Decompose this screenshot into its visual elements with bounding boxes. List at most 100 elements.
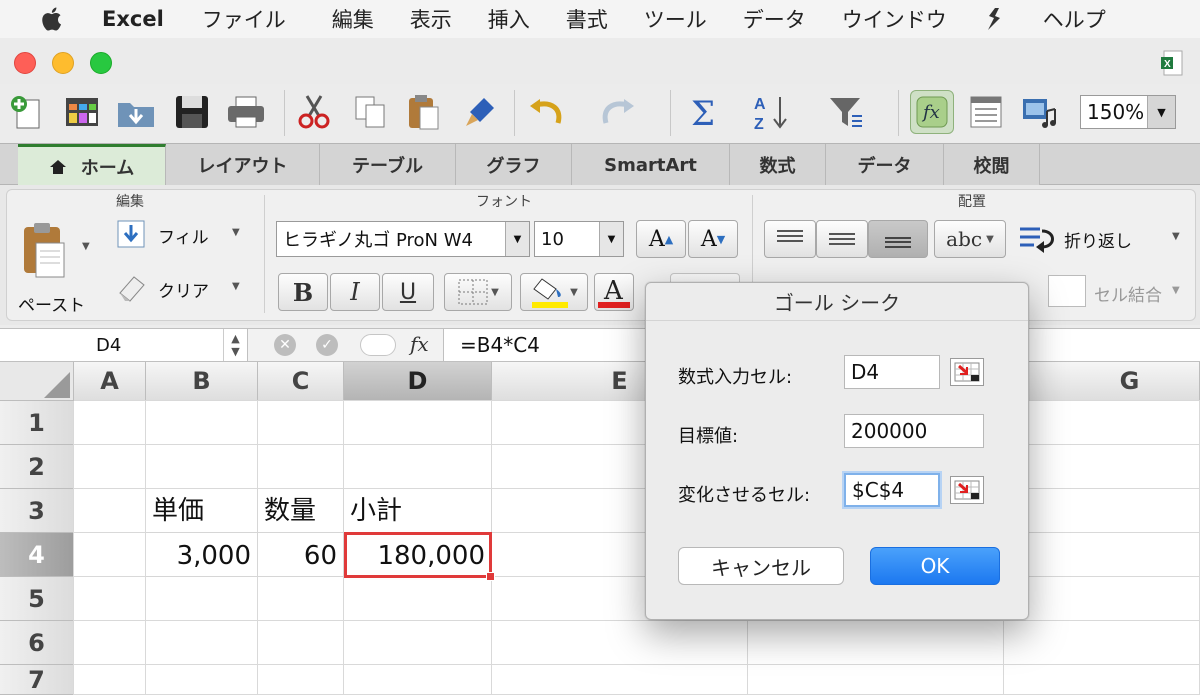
name-box-stepper-icon[interactable]: ▲ ▼ xyxy=(223,329,247,361)
font-name-select[interactable]: ヒラギノ丸ゴ ProN W4 ▼ xyxy=(276,221,530,257)
redo-icon[interactable] xyxy=(598,92,638,132)
borders-dropdown-icon[interactable]: ▼ xyxy=(491,287,499,298)
tab-review[interactable]: 校閲 xyxy=(944,144,1040,186)
format-painter-icon[interactable] xyxy=(460,92,500,132)
zoom-select[interactable]: 150% ▼ xyxy=(1080,95,1176,129)
clear-dropdown-icon[interactable]: ▼ xyxy=(232,281,240,292)
formula-toggle-icon[interactable] xyxy=(360,334,396,356)
row-header-4[interactable]: 4 xyxy=(0,533,74,577)
sort-icon[interactable]: AZ xyxy=(752,92,792,132)
cancel-button[interactable]: キャンセル xyxy=(678,547,844,585)
menu-help[interactable]: ヘルプ xyxy=(1043,4,1106,34)
menu-view[interactable]: 表示 xyxy=(410,4,452,34)
cell-c4[interactable]: 60 xyxy=(258,533,344,577)
apple-logo-icon[interactable] xyxy=(38,6,64,32)
wrap-text-label[interactable]: 折り返し xyxy=(1064,227,1132,252)
paste-label[interactable]: ペースト xyxy=(18,291,85,316)
menu-app-excel[interactable]: Excel xyxy=(102,7,164,31)
font-color-button[interactable]: A xyxy=(594,273,634,311)
shrink-font-button[interactable]: A ▼ xyxy=(688,220,738,258)
open-folder-icon[interactable] xyxy=(116,92,156,132)
orientation-dropdown-icon[interactable]: ▼ xyxy=(986,234,994,245)
tab-smartart[interactable]: SmartArt xyxy=(572,144,730,186)
paste-dropdown-icon[interactable]: ▼ xyxy=(82,241,90,252)
paste-big-icon[interactable] xyxy=(20,221,70,281)
formula-cell-ref-picker-icon[interactable] xyxy=(950,358,984,386)
menu-edit[interactable]: 編集 xyxy=(332,4,374,34)
print-icon[interactable] xyxy=(226,92,266,132)
align-middle-button[interactable] xyxy=(816,220,868,258)
align-top-button[interactable] xyxy=(764,220,816,258)
fx-icon[interactable]: fx xyxy=(410,332,429,356)
toolbox-icon[interactable] xyxy=(966,92,1006,132)
align-bottom-button[interactable] xyxy=(868,220,928,258)
wrap-dropdown-icon[interactable]: ▼ xyxy=(1172,231,1180,242)
menu-tools[interactable]: ツール xyxy=(644,4,707,34)
zoom-dropdown-icon[interactable]: ▼ xyxy=(1147,96,1175,128)
cancel-entry-icon[interactable]: ✕ xyxy=(274,334,296,356)
confirm-entry-icon[interactable]: ✓ xyxy=(316,334,338,356)
fill-dropdown-icon[interactable]: ▼ xyxy=(232,227,240,238)
merge-cells-icon[interactable] xyxy=(1048,275,1086,307)
save-icon[interactable] xyxy=(172,92,212,132)
tab-tables[interactable]: テーブル xyxy=(320,144,456,186)
menu-insert[interactable]: 挿入 xyxy=(488,4,530,34)
menu-window[interactable]: ウインドウ xyxy=(842,4,947,34)
row-header-2[interactable]: 2 xyxy=(0,445,74,489)
row-header-7[interactable]: 7 xyxy=(0,665,74,695)
borders-button[interactable]: ▼ xyxy=(444,273,512,311)
row-header-5[interactable]: 5 xyxy=(0,577,74,621)
menu-file[interactable]: ファイル xyxy=(202,4,286,34)
script-menu-icon[interactable] xyxy=(985,6,1007,32)
eraser-icon[interactable] xyxy=(116,273,148,303)
cell-c3[interactable]: 数量 xyxy=(258,489,344,533)
underline-button[interactable]: U xyxy=(382,273,434,311)
cell-b3[interactable]: 単価 xyxy=(146,489,258,533)
cut-icon[interactable] xyxy=(294,92,334,132)
bold-button[interactable]: B xyxy=(278,273,328,311)
tab-layout[interactable]: レイアウト xyxy=(166,144,320,186)
column-header-b[interactable]: B xyxy=(146,362,258,401)
column-header-c[interactable]: C xyxy=(258,362,344,401)
clear-label[interactable]: クリア xyxy=(158,277,209,302)
fill-color-button[interactable]: ▼ xyxy=(520,273,588,311)
autosum-icon[interactable]: Σ xyxy=(684,92,724,132)
row-header-6[interactable]: 6 xyxy=(0,621,74,665)
merge-cells-label[interactable]: セル結合 xyxy=(1094,281,1162,306)
name-box[interactable]: D4 ▲ ▼ xyxy=(0,329,248,361)
fill-icon[interactable] xyxy=(116,219,146,249)
column-header-a[interactable]: A xyxy=(74,362,146,401)
changing-cell-ref-picker-icon[interactable] xyxy=(950,476,984,504)
cell-d3[interactable]: 小計 xyxy=(344,489,492,533)
fill-handle[interactable] xyxy=(486,572,495,581)
insert-function-fx-icon[interactable]: fx xyxy=(910,90,954,134)
copy-icon[interactable] xyxy=(350,92,390,132)
column-header-d[interactable]: D xyxy=(344,362,492,401)
grow-font-button[interactable]: A ▲ xyxy=(636,220,686,258)
column-header-g[interactable]: G xyxy=(1004,362,1200,401)
template-gallery-icon[interactable] xyxy=(62,92,102,132)
menu-format[interactable]: 書式 xyxy=(566,4,608,34)
row-header-1[interactable]: 1 xyxy=(0,401,74,445)
wrap-text-icon[interactable] xyxy=(1018,225,1058,255)
tab-data[interactable]: データ xyxy=(826,144,944,186)
fill-color-dropdown-icon[interactable]: ▼ xyxy=(570,287,578,298)
menu-data[interactable]: データ xyxy=(743,4,806,34)
tab-home[interactable]: ホーム xyxy=(18,144,166,186)
cell-b4[interactable]: 3,000 xyxy=(146,533,258,577)
tab-formulas[interactable]: 数式 xyxy=(730,144,826,186)
row-header-3[interactable]: 3 xyxy=(0,489,74,533)
italic-button[interactable]: I xyxy=(330,273,380,311)
ok-button[interactable]: OK xyxy=(870,547,1000,585)
paste-icon[interactable] xyxy=(404,92,444,132)
minimize-window-button[interactable] xyxy=(52,52,74,74)
filter-icon[interactable] xyxy=(826,92,866,132)
formula-input[interactable]: =B4*C4 xyxy=(460,329,540,361)
media-browser-icon[interactable] xyxy=(1020,92,1060,132)
merge-dropdown-icon[interactable]: ▼ xyxy=(1172,285,1180,296)
font-name-dropdown-icon[interactable]: ▼ xyxy=(505,222,529,256)
text-orientation-button[interactable]: abc ▼ xyxy=(934,220,1006,258)
tab-charts[interactable]: グラフ xyxy=(456,144,572,186)
cell-d4[interactable]: 180,000 xyxy=(344,533,492,577)
close-window-button[interactable] xyxy=(14,52,36,74)
